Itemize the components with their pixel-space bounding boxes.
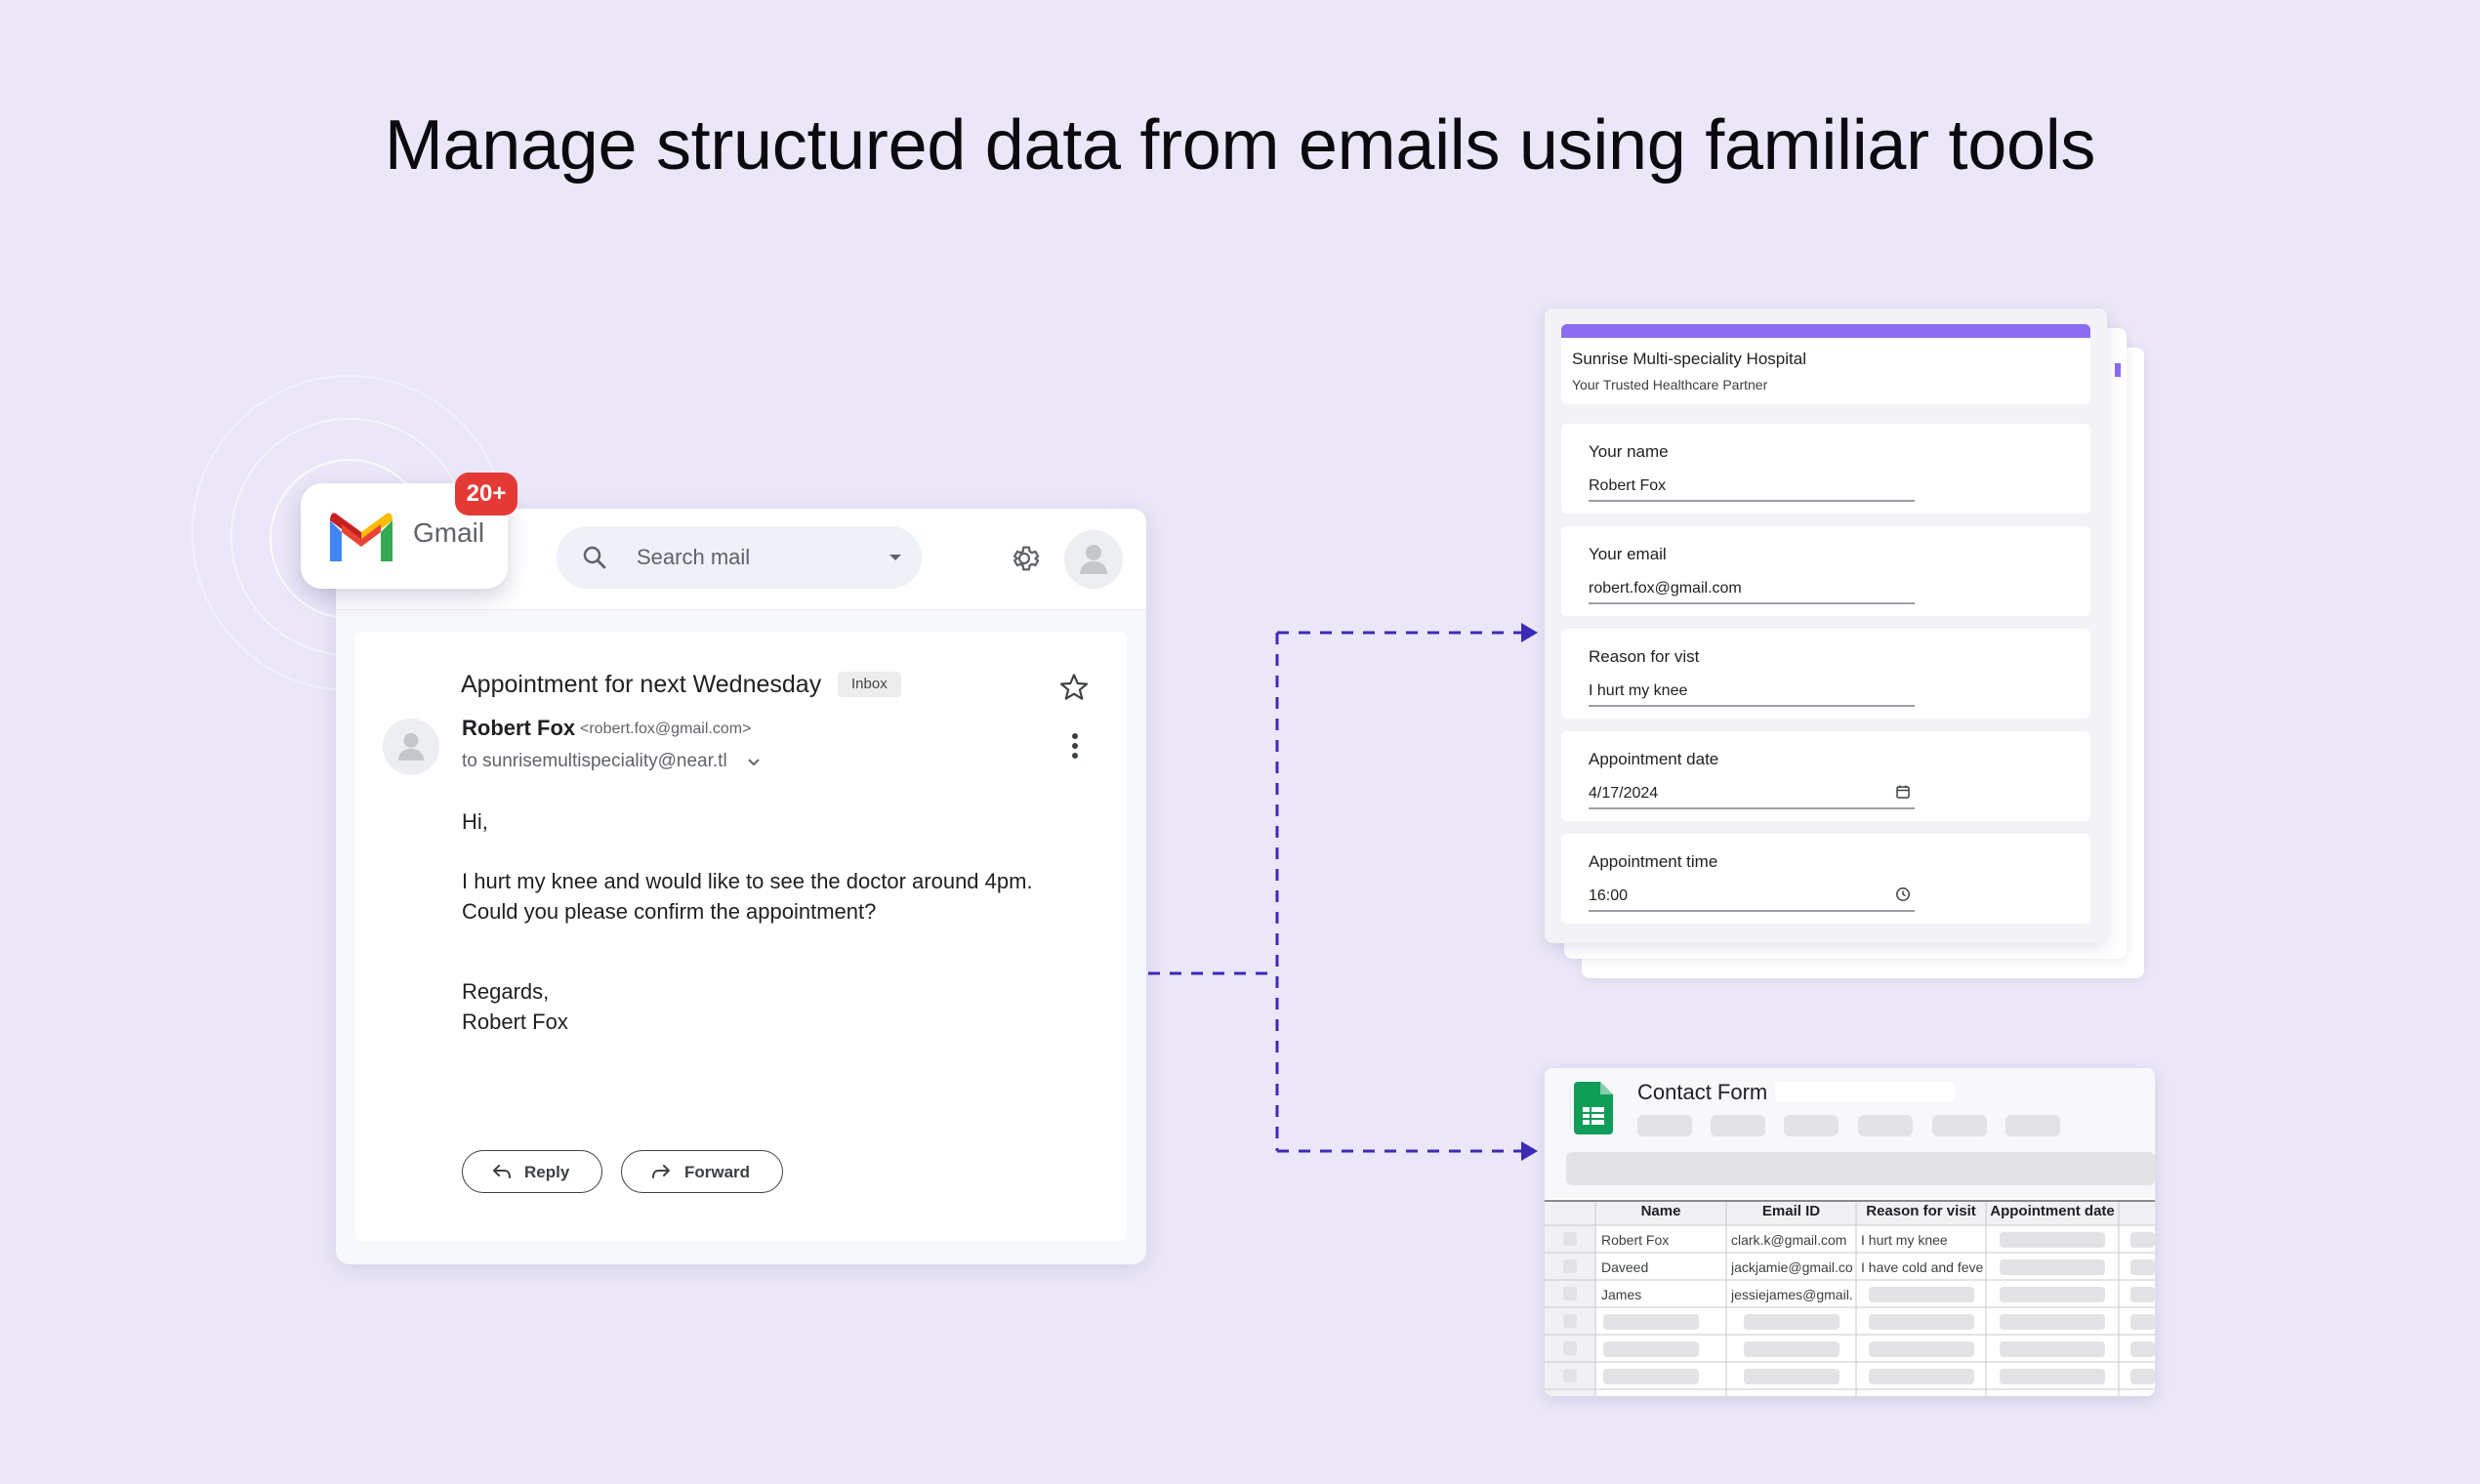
form-field-label: Your email bbox=[1589, 545, 1667, 563]
form-question-name: Your name Robert Fox bbox=[1561, 424, 2090, 514]
row-selector[interactable] bbox=[1563, 1287, 1577, 1300]
sheet-toolbar: Contact Form bbox=[1545, 1068, 2155, 1198]
table-cell[interactable]: Robert Fox bbox=[1601, 1232, 1722, 1248]
calendar-icon[interactable] bbox=[1895, 784, 1911, 800]
cell-placeholder bbox=[1603, 1341, 1699, 1357]
form-title: Sunrise Multi-speciality Hospital bbox=[1572, 350, 1806, 368]
form-accent-bar bbox=[1561, 324, 2090, 338]
sheet-menu-item[interactable] bbox=[1784, 1115, 1839, 1136]
form-subtitle: Your Trusted Healthcare Partner bbox=[1572, 377, 1768, 392]
column-header-email[interactable]: Email ID bbox=[1726, 1203, 1856, 1219]
reason-field[interactable]: I hurt my knee bbox=[1589, 682, 1687, 700]
field-underline bbox=[1589, 500, 1915, 502]
cell-placeholder bbox=[1744, 1369, 1839, 1384]
connector-arrow-to-form bbox=[1521, 623, 1538, 642]
row-selector[interactable] bbox=[1563, 1369, 1577, 1382]
form-question-time: Appointment time 16:00 bbox=[1561, 834, 2090, 924]
field-underline bbox=[1589, 910, 1915, 912]
google-form-card: Sunrise Multi-speciality Hospital Your T… bbox=[1545, 309, 2107, 943]
cell-placeholder bbox=[2130, 1287, 2155, 1302]
form-field-label: Appointment time bbox=[1589, 852, 1718, 871]
sheets-logo-icon bbox=[1574, 1082, 1613, 1134]
row-selector[interactable] bbox=[1563, 1341, 1577, 1355]
row-selector[interactable] bbox=[1563, 1259, 1577, 1273]
cell-placeholder bbox=[1603, 1314, 1699, 1330]
column-header-reason[interactable]: Reason for visit bbox=[1856, 1203, 1986, 1219]
column-header-name[interactable]: Name bbox=[1595, 1203, 1726, 1219]
row-selector[interactable] bbox=[1563, 1314, 1577, 1328]
cell-placeholder bbox=[1603, 1369, 1699, 1384]
form-question-email: Your email robert.fox@gmail.com bbox=[1561, 526, 2090, 616]
appointment-time-field[interactable]: 16:00 bbox=[1589, 887, 1628, 905]
cell-placeholder bbox=[2000, 1259, 2105, 1275]
table-cell[interactable]: I have cold and fever bbox=[1861, 1259, 1983, 1275]
cell-placeholder bbox=[2000, 1287, 2105, 1302]
connector-arrow-to-sheet bbox=[1521, 1141, 1538, 1161]
formula-bar[interactable] bbox=[1566, 1152, 2155, 1185]
table-cell[interactable]: Daveed bbox=[1601, 1259, 1722, 1275]
form-field-label: Reason for vist bbox=[1589, 647, 1700, 666]
cell-placeholder bbox=[2000, 1314, 2105, 1330]
field-underline bbox=[1589, 705, 1915, 707]
field-underline bbox=[1589, 602, 1915, 604]
form-field-label: Your name bbox=[1589, 442, 1669, 461]
cell-placeholder bbox=[1744, 1314, 1839, 1330]
cell-placeholder bbox=[2130, 1369, 2155, 1384]
sheet-menu-item[interactable] bbox=[1637, 1115, 1692, 1136]
column-header-appointment-date[interactable]: Appointment date bbox=[1986, 1203, 2119, 1219]
table-cell[interactable]: James bbox=[1601, 1287, 1722, 1302]
form-field-label: Appointment date bbox=[1589, 750, 1719, 768]
cell-placeholder bbox=[1869, 1341, 1974, 1357]
table-cell[interactable]: jackjamie@gmail.com bbox=[1731, 1259, 1853, 1275]
sheet-title-placeholder bbox=[1775, 1082, 1955, 1101]
cell-placeholder bbox=[1869, 1314, 1974, 1330]
appointment-date-field[interactable]: 4/17/2024 bbox=[1589, 785, 1658, 803]
email-field[interactable]: robert.fox@gmail.com bbox=[1589, 580, 1742, 598]
cell-placeholder bbox=[1869, 1287, 1974, 1302]
cell-placeholder bbox=[1869, 1369, 1974, 1384]
form-question-date: Appointment date 4/17/2024 bbox=[1561, 731, 2090, 821]
cell-placeholder bbox=[2000, 1369, 2105, 1384]
cell-placeholder bbox=[2000, 1341, 2105, 1357]
cell-placeholder bbox=[1744, 1341, 1839, 1357]
field-underline bbox=[1589, 807, 1915, 809]
sheet-menu-item[interactable] bbox=[2005, 1115, 2060, 1136]
sheet-menu-item[interactable] bbox=[1711, 1115, 1765, 1136]
sheet-title: Contact Form bbox=[1637, 1080, 1768, 1104]
table-cell[interactable]: jessiejames@gmail.com bbox=[1731, 1287, 1853, 1302]
form-header: Sunrise Multi-speciality Hospital Your T… bbox=[1561, 324, 2090, 404]
cell-placeholder bbox=[2130, 1232, 2155, 1248]
cell-placeholder bbox=[2130, 1259, 2155, 1275]
cell-placeholder bbox=[2000, 1232, 2105, 1248]
name-field[interactable]: Robert Fox bbox=[1589, 477, 1666, 495]
table-cell[interactable]: I hurt my knee bbox=[1861, 1232, 1983, 1248]
clock-icon[interactable] bbox=[1895, 886, 1911, 902]
sheet-menu-item[interactable] bbox=[1932, 1115, 1987, 1136]
cell-placeholder bbox=[2130, 1314, 2155, 1330]
sheet-menu-item[interactable] bbox=[1858, 1115, 1913, 1136]
form-question-reason: Reason for vist I hurt my knee bbox=[1561, 629, 2090, 719]
row-selector[interactable] bbox=[1563, 1232, 1577, 1246]
table-cell[interactable]: clark.k@gmail.com bbox=[1731, 1232, 1853, 1248]
cell-placeholder bbox=[2130, 1341, 2155, 1357]
google-sheet-card: Contact Form Name Email ID Reason for vi… bbox=[1545, 1068, 2155, 1396]
